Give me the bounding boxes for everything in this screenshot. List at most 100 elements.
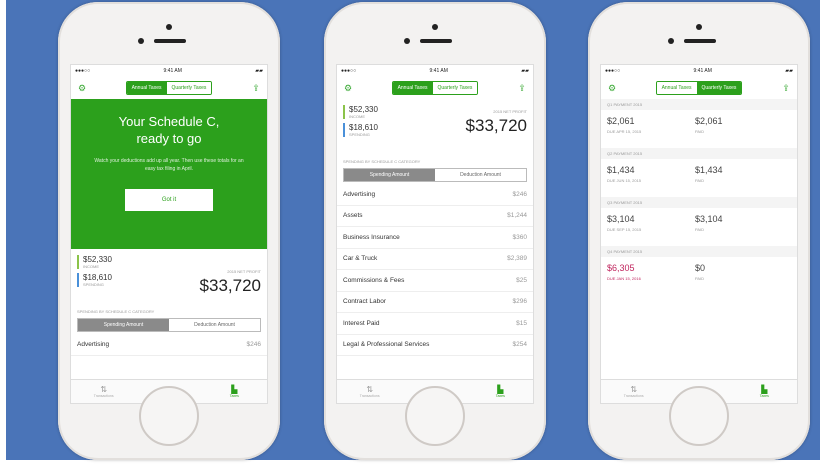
settings-icon[interactable]: ⚙ (607, 83, 617, 93)
category-row[interactable]: Assets $1,244 (337, 206, 533, 227)
estimated-amount: $2,061 (607, 116, 635, 126)
tab-transactions[interactable]: ⇅ Transactions (71, 380, 136, 403)
category-row[interactable]: Car & Truck $2,389 (337, 249, 533, 270)
tab-quarterly-taxes[interactable]: Quarterly Taxes (432, 82, 478, 94)
top-bar: ⚙ Annual Taxes Quarterly Taxes ⇪ (337, 77, 533, 99)
status-time: 9:41 AM (163, 68, 182, 74)
home-button[interactable] (405, 386, 465, 446)
paid-amount: $3,104 (695, 214, 723, 224)
quarter-header: Q4 PAYMENT 2015 (601, 246, 797, 257)
tab-quarterly-taxes[interactable]: Quarterly Taxes (166, 82, 212, 94)
proximity-sensor (696, 24, 702, 30)
camera (404, 38, 410, 44)
estimated-amount: $1,434 (607, 165, 635, 175)
spending-amount-tab[interactable]: Spending Amount (78, 319, 169, 331)
income-amount: $52,330 (83, 255, 112, 264)
deduction-amount-tab[interactable]: Deduction Amount (169, 319, 260, 331)
category-label: Advertising (77, 340, 110, 348)
camera (668, 38, 674, 44)
category-row[interactable]: Interest Paid $15 (337, 313, 533, 335)
net-profit-caption: 2015 NET PROFIT (227, 269, 261, 274)
category-row[interactable]: Advertising $246 (337, 184, 533, 206)
phone-2: ●●●○○ 9:41 AM ▰▰ ⚙ Annual Taxes Quarterl… (324, 2, 546, 460)
category-row[interactable]: Business Insurance $360 (337, 227, 533, 249)
due-date: DUE SEP 15, 2015 (607, 227, 642, 232)
quarter-header: Q1 PAYMENT 2015 (601, 99, 797, 110)
spending-by-category-header: SPENDING BY SCHEDULE C CATEGORY (343, 159, 421, 164)
quarter-header: Q3 PAYMENT 2015 (601, 197, 797, 208)
hero-body: Watch your deductions add up all year. T… (94, 158, 244, 172)
export-icon[interactable]: ⇪ (517, 83, 527, 93)
income-caption: INCOME (349, 114, 365, 119)
category-list: Advertising $246 Assets $1,244 Business In… (337, 184, 533, 356)
tab-annual-taxes[interactable]: Annual Taxes (656, 82, 697, 94)
quarter-row[interactable]: $6,305 DUE JAN 15, 2016 $0 PAID (601, 257, 797, 295)
paid-amount: $1,434 (695, 165, 723, 175)
profit-summary: $52,330 INCOME $18,610 SPENDING 2015 NET P… (337, 99, 533, 157)
spending-caption: SPENDING (349, 132, 370, 137)
transactions-icon: ⇅ (366, 385, 374, 394)
home-button[interactable] (139, 386, 199, 446)
category-value: $246 (246, 340, 261, 348)
tab-annual-taxes[interactable]: Annual Taxes (126, 82, 167, 94)
tab-taxes[interactable]: ▙ Taxes (732, 380, 797, 403)
category-row[interactable]: Legal & Professional Services $254 (337, 335, 533, 356)
income-caption: INCOME (83, 264, 99, 269)
export-icon[interactable]: ⇪ (251, 83, 261, 93)
spending-bar (343, 123, 345, 137)
signal-icon: ●●●○○ (605, 68, 621, 74)
due-date: DUE JUN 15, 2015 (607, 178, 642, 183)
quarter-row[interactable]: $2,061 DUE APR 15, 2015 $2,061 PAID (601, 110, 797, 148)
quarter-row[interactable]: $1,434 DUE JUN 15, 2015 $1,434 PAID (601, 159, 797, 197)
signal-icon: ●●●○○ (75, 68, 91, 74)
phone-1-screen: ●●●○○ 9:41 AM ▰▰ ⚙ Annual Taxes Quarterl… (70, 64, 268, 404)
tab-transactions[interactable]: ⇅ Transactions (601, 380, 666, 403)
tab-taxes[interactable]: ▙ Taxes (468, 380, 533, 403)
due-date: DUE JAN 15, 2016 (607, 276, 641, 281)
quarterly-payments-list: Q1 PAYMENT 2015 $2,061 DUE APR 15, 2015 $… (601, 99, 797, 295)
hero-title: Your Schedule C, ready to go (118, 114, 220, 146)
tab-annual-taxes[interactable]: Annual Taxes (392, 82, 433, 94)
battery-icon: ▰▰ (785, 68, 793, 74)
settings-icon[interactable]: ⚙ (343, 83, 353, 93)
amount-type-toggle: Spending Amount Deduction Amount (343, 168, 527, 182)
category-row[interactable]: Commissions & Fees $25 (337, 270, 533, 292)
tax-type-toggle: Annual Taxes Quarterly Taxes (655, 81, 743, 95)
phone-1: ●●●○○ 9:41 AM ▰▰ ⚙ Annual Taxes Quarterl… (58, 2, 280, 460)
amount-type-toggle: Spending Amount Deduction Amount (77, 318, 261, 332)
net-profit-amount: $33,720 (465, 116, 527, 135)
export-icon[interactable]: ⇪ (781, 83, 791, 93)
transactions-icon: ⇅ (100, 385, 108, 394)
profit-summary: $52,330 INCOME $18,610 SPENDING 2015 NET P… (71, 249, 267, 307)
phone-2-screen: ●●●○○ 9:41 AM ▰▰ ⚙ Annual Taxes Quarterl… (336, 64, 534, 404)
income-bar (77, 255, 79, 269)
speaker (154, 39, 186, 43)
phone-3-screen: ●●●○○ 9:41 AM ▰▰ ⚙ Annual Taxes Quarterl… (600, 64, 798, 404)
estimated-amount: $6,305 (607, 263, 635, 273)
home-button[interactable] (669, 386, 729, 446)
spending-amount: $18,610 (83, 273, 112, 282)
income-summary: $52,330 INCOME (77, 255, 261, 269)
speaker (684, 39, 716, 43)
spending-by-category-header: SPENDING BY SCHEDULE C CATEGORY (77, 309, 155, 314)
settings-icon[interactable]: ⚙ (77, 83, 87, 93)
spending-amount: $18,610 (349, 123, 378, 132)
tab-transactions[interactable]: ⇅ Transactions (337, 380, 402, 403)
signal-icon: ●●●○○ (341, 68, 357, 74)
taxes-icon: ▙ (761, 385, 768, 394)
spending-amount-tab[interactable]: Spending Amount (344, 169, 435, 181)
paid-caption: PAID (695, 129, 705, 134)
proximity-sensor (432, 24, 438, 30)
quarter-row[interactable]: $3,104 DUE SEP 15, 2015 $3,104 PAID (601, 208, 797, 246)
camera (138, 38, 144, 44)
taxes-icon: ▙ (497, 385, 504, 394)
category-row[interactable]: Advertising $246 (71, 334, 267, 356)
tab-taxes[interactable]: ▙ Taxes (202, 380, 267, 403)
got-it-button[interactable]: Got it (125, 189, 213, 211)
speaker (420, 39, 452, 43)
spending-caption: SPENDING (83, 282, 104, 287)
deduction-amount-tab[interactable]: Deduction Amount (435, 169, 526, 181)
tab-quarterly-taxes[interactable]: Quarterly Taxes (696, 82, 742, 94)
net-profit-caption: 2015 NET PROFIT (493, 109, 527, 114)
category-row[interactable]: Contract Labor $296 (337, 292, 533, 313)
